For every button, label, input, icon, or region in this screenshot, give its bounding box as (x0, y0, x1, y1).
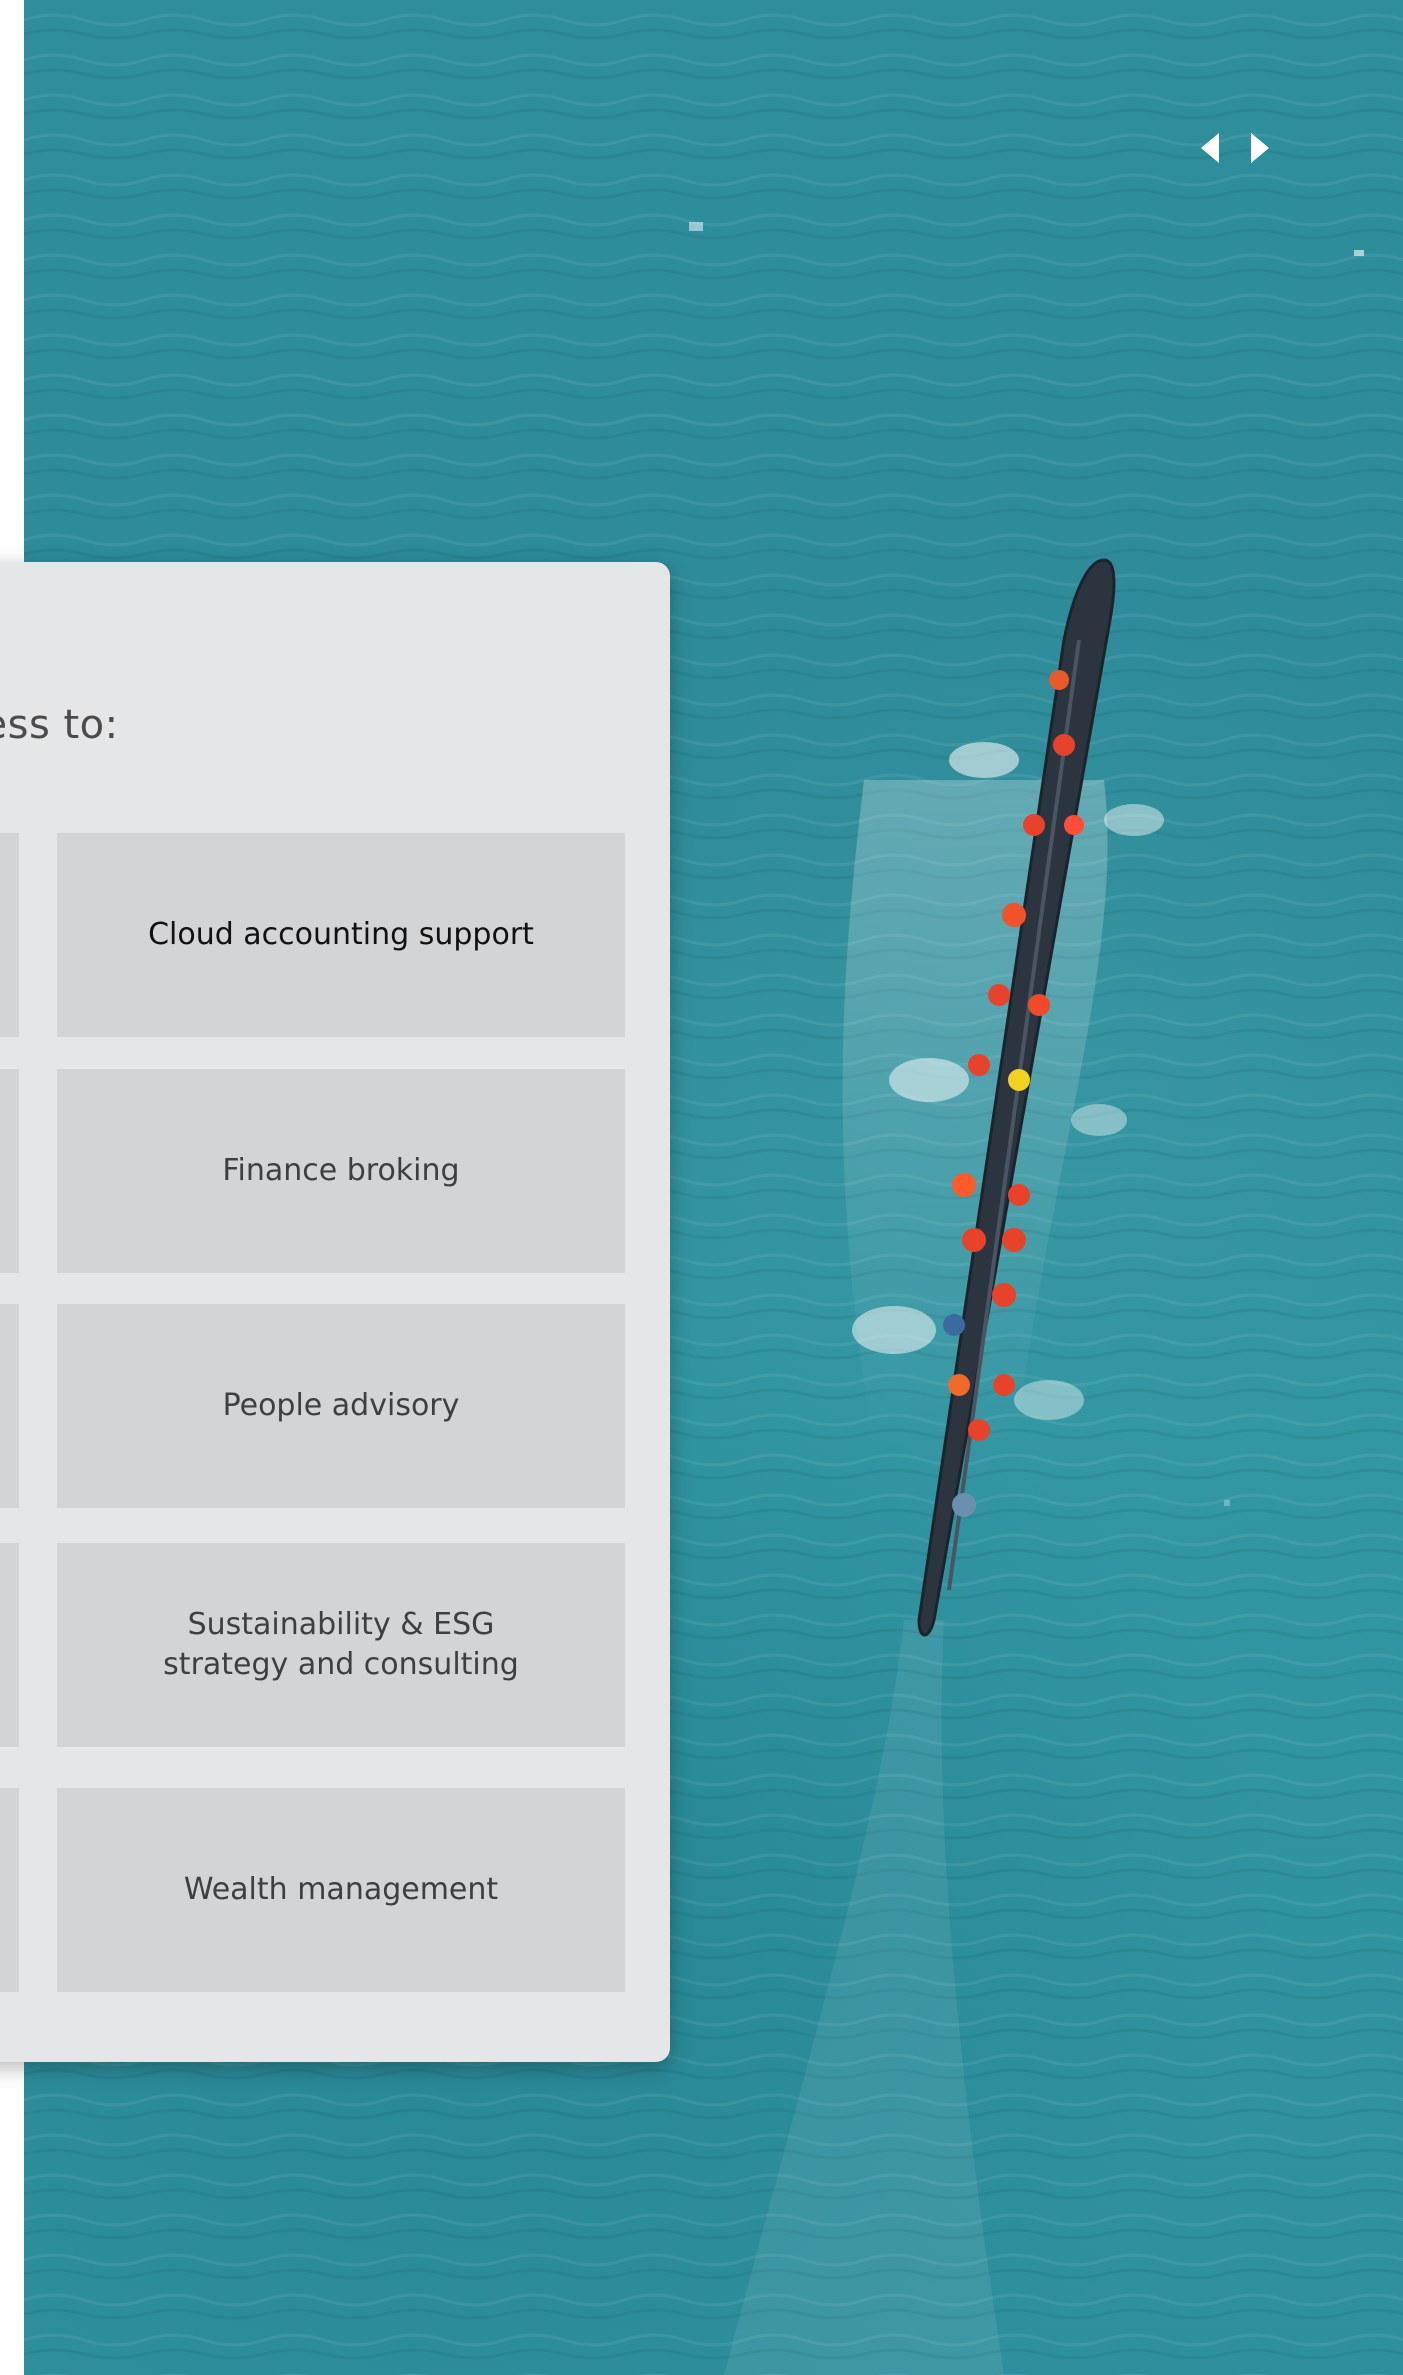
service-tile-left-5[interactable] (0, 1788, 19, 1992)
slider-prev-button[interactable] (1195, 128, 1225, 168)
caret-left-icon (1201, 133, 1219, 163)
services-heading: cess to: (0, 702, 119, 748)
services-card: cess to: Cloud accounting support Financ… (0, 562, 670, 2062)
service-tile-people-advisory[interactable]: People advisory (57, 1304, 625, 1508)
service-label: Cloud accounting support (148, 917, 534, 953)
service-label: People advisory (222, 1388, 460, 1424)
service-tile-cloud-accounting[interactable]: Cloud accounting support (57, 833, 625, 1037)
service-label: Finance broking (222, 1153, 460, 1189)
service-tile-left-2[interactable] (0, 1069, 19, 1273)
service-tile-left-4[interactable] (0, 1543, 19, 1747)
page: cess to: Cloud accounting support Financ… (0, 0, 1403, 2375)
service-tile-wealth-management[interactable]: Wealth management (57, 1788, 625, 1992)
service-tile-finance-broking[interactable]: Finance broking (57, 1069, 625, 1273)
caret-right-icon (1251, 133, 1269, 163)
slider-next-button[interactable] (1245, 128, 1275, 168)
service-label: Sustainability & ESG strategy and consul… (163, 1607, 519, 1682)
slider-controls (1195, 128, 1275, 168)
service-label: Wealth management (183, 1872, 499, 1908)
service-tile-left-3[interactable] (0, 1304, 19, 1508)
service-tile-sustainability-esg[interactable]: Sustainability & ESG strategy and consul… (57, 1543, 625, 1747)
service-tile-left-1[interactable] (0, 833, 19, 1037)
